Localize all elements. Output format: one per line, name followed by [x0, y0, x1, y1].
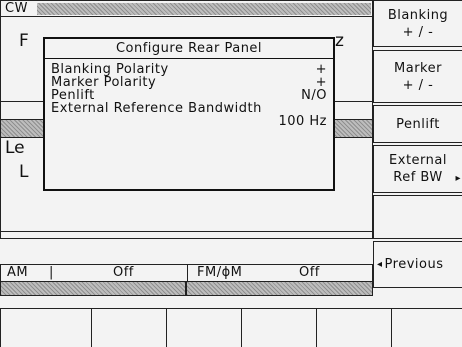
level-value-partial: L — [19, 162, 29, 182]
dialog-row-label: External Reference Bandwidth — [51, 101, 262, 116]
configure-rear-panel-dialog: Configure Rear Panel Blanking Polarity +… — [43, 37, 335, 191]
dialog-row-value: N/O — [301, 88, 327, 103]
softkey-label: Previous — [384, 257, 444, 272]
separator-hatch-3 — [186, 282, 373, 296]
bottom-softkey-3[interactable] — [166, 308, 242, 347]
separator-hatch-2 — [0, 282, 186, 296]
am-value: Off — [113, 265, 134, 280]
dialog-title: Configure Rear Panel — [115, 41, 263, 56]
previous-softkey[interactable]: ◂ Previous — [373, 241, 462, 288]
am-label: AM — [7, 265, 29, 280]
fm-label: FM/ϕM — [197, 265, 243, 280]
blank-softkey[interactable] — [373, 195, 462, 239]
am-separator: | — [49, 265, 54, 280]
dialog-row-value: 100 Hz — [278, 114, 327, 129]
modulation-status-row: AM | Off FM/ϕM Off — [0, 264, 373, 282]
fm-value: Off — [299, 265, 320, 280]
external-ref-bw-softkey[interactable]: External Ref BW ▸ — [373, 145, 462, 193]
status-divider — [187, 265, 188, 281]
softkey-label: Blanking — [387, 7, 449, 23]
level-label-partial: Le — [5, 138, 25, 158]
bottom-softkey-1[interactable] — [0, 308, 92, 347]
bottom-softkey-6[interactable] — [391, 308, 462, 347]
frequency-unit-partial: z — [335, 31, 344, 51]
mode-label: CW — [5, 1, 28, 16]
softkey-label: Ref BW — [393, 170, 443, 185]
mode-bar: CW — [0, 0, 373, 17]
penlift-softkey[interactable]: Penlift — [373, 105, 462, 143]
bottom-softkey-5[interactable] — [316, 308, 392, 347]
frequency-label-partial: F — [19, 31, 29, 51]
level-panel-divider — [1, 231, 372, 232]
bottom-softkey-4[interactable] — [241, 308, 317, 347]
bottom-softkey-2[interactable] — [91, 308, 167, 347]
marker-polarity-softkey[interactable]: Marker + / - — [373, 50, 462, 103]
softkey-label: External — [389, 153, 447, 168]
softkey-label: + / - — [402, 24, 434, 40]
submenu-arrow-icon: ▸ — [455, 173, 461, 184]
mode-bar-hatch — [37, 3, 371, 15]
back-arrow-icon: ◂ — [377, 259, 383, 270]
dialog-title-rule — [45, 58, 333, 59]
softkey-label: Marker — [394, 60, 442, 76]
softkey-label: + / - — [402, 77, 434, 93]
blanking-polarity-softkey[interactable]: Blanking + / - — [373, 0, 462, 47]
softkey-label: Penlift — [396, 116, 440, 132]
dialog-row-bandwidth-value: 100 Hz — [51, 115, 327, 128]
